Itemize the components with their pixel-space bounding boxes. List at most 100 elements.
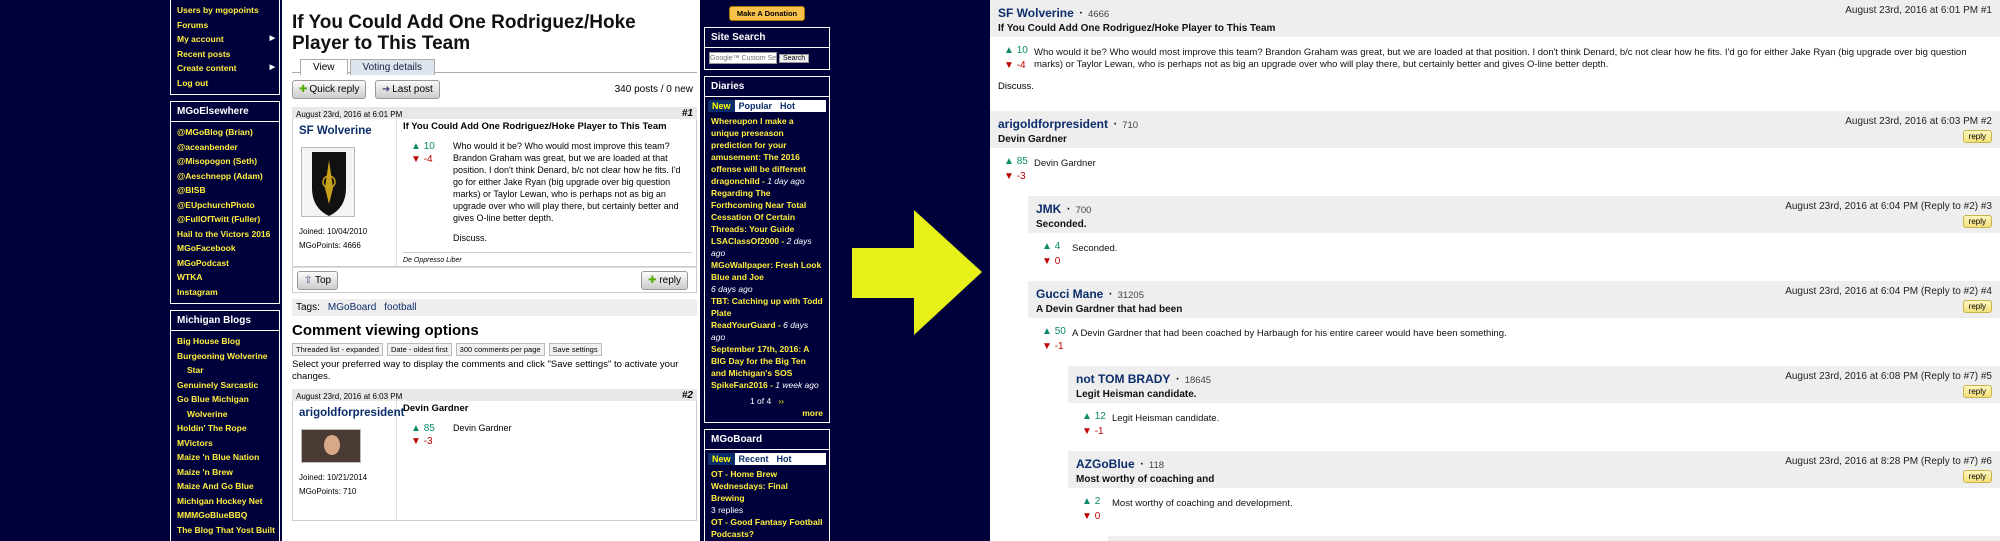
vote-down-icon[interactable]: ▼ bbox=[1042, 341, 1055, 352]
vote-up-icon[interactable]: ▲ bbox=[1042, 326, 1055, 337]
reply-button[interactable]: reply bbox=[1962, 215, 1992, 228]
tab-view[interactable]: View bbox=[300, 59, 348, 75]
elsewhere-link[interactable]: @EUpchurchPhoto bbox=[177, 198, 275, 213]
vote-up-icon[interactable]: ▲ bbox=[1042, 241, 1055, 252]
diary-item[interactable]: Regarding The Forthcoming Near Total Ces… bbox=[705, 187, 829, 259]
user-menu-item[interactable]: My account ▶ bbox=[177, 32, 275, 47]
elsewhere-link[interactable]: @Misopogon (Seth) bbox=[177, 154, 275, 169]
comment-date: August 23rd, 2016 at 6:04 PM (Reply to #… bbox=[1785, 286, 1992, 297]
reply-button[interactable]: reply bbox=[1962, 300, 1992, 313]
display-mode-select[interactable]: Threaded list - expanded bbox=[292, 343, 383, 356]
blog-link[interactable]: MMMGoBlueBBQ bbox=[177, 508, 275, 523]
elsewhere-link[interactable]: @aceanbender bbox=[177, 140, 275, 155]
vote-up-icon[interactable]: ▲ bbox=[1004, 156, 1017, 167]
user-menu-item[interactable]: Log out bbox=[177, 76, 275, 91]
vote-down-icon[interactable]: ▼ bbox=[411, 154, 421, 165]
blog-link[interactable]: Maize And Go Blue bbox=[177, 479, 275, 494]
commenter-name[interactable]: arigoldforpresident bbox=[998, 117, 1108, 131]
per-page-select[interactable]: 300 comments per page bbox=[455, 343, 545, 356]
blog-link[interactable]: The Blog That Yost Built bbox=[177, 523, 275, 538]
tab-recent[interactable]: Recent bbox=[735, 453, 773, 465]
elsewhere-link[interactable]: @BISB bbox=[177, 183, 275, 198]
diaries-more-link[interactable]: more bbox=[705, 407, 829, 422]
vote-down-icon[interactable]: ▼ bbox=[1042, 256, 1055, 267]
commenter-name[interactable]: JMK bbox=[1036, 202, 1061, 216]
elsewhere-link[interactable]: @FullOfTwitt (Fuller) bbox=[177, 212, 275, 227]
diary-item[interactable]: Whereupon I make a unique preseason pred… bbox=[705, 115, 829, 187]
tags-label: Tags: bbox=[296, 302, 320, 313]
blog-link[interactable]: Star bbox=[177, 363, 275, 378]
blog-link[interactable]: Go Blue Michigan bbox=[177, 392, 275, 407]
vote-up-icon[interactable]: ▲ bbox=[411, 141, 421, 152]
commenter-name[interactable]: not TOM BRADY bbox=[1076, 372, 1170, 386]
tab-hot[interactable]: Hot bbox=[776, 100, 799, 112]
user-menu-item[interactable]: Forums bbox=[177, 18, 275, 33]
comment-post: arigoldforpresident Joined: 10/21/2014 MG… bbox=[292, 401, 697, 521]
blog-link[interactable]: Maize 'n Brew bbox=[177, 465, 275, 480]
tag-football[interactable]: football bbox=[384, 302, 416, 313]
elsewhere-link[interactable]: MGoFacebook bbox=[177, 241, 275, 256]
user-menu-item[interactable]: Recent posts bbox=[177, 47, 275, 62]
vote-down-icon[interactable]: ▼ bbox=[1082, 511, 1095, 522]
vote-up-icon[interactable]: ▲ bbox=[1082, 411, 1095, 422]
tab-new[interactable]: New bbox=[708, 453, 735, 465]
sort-select[interactable]: Date - oldest first bbox=[386, 343, 452, 356]
reply-button[interactable]: ✚ reply bbox=[641, 271, 688, 290]
elsewhere-link[interactable]: @Aeschnepp (Adam) bbox=[177, 169, 275, 184]
author-name[interactable]: SF Wolverine bbox=[299, 125, 390, 137]
blog-link[interactable]: Michigan Hockey Net bbox=[177, 494, 275, 509]
tab-voting-details[interactable]: Voting details bbox=[349, 59, 435, 75]
top-button[interactable]: ⇧ Top bbox=[297, 271, 339, 290]
site-search-box: Site Search Search bbox=[704, 27, 830, 70]
elsewhere-link[interactable]: WTKA bbox=[177, 270, 275, 285]
vote-down-icon[interactable]: ▼ bbox=[1082, 426, 1095, 437]
vote-down-icon[interactable]: ▼ bbox=[411, 436, 421, 447]
diary-item[interactable]: September 17th, 2016: A BIG Day for the … bbox=[705, 343, 829, 391]
author-name[interactable]: arigoldforpresident bbox=[299, 407, 404, 419]
quick-reply-button[interactable]: ✚ Quick reply bbox=[292, 80, 367, 99]
tab-new[interactable]: New bbox=[708, 100, 735, 112]
blog-link[interactable]: Wolverine bbox=[177, 407, 275, 422]
board-item[interactable]: OT - Home Brew Wednesdays: Final Brewing bbox=[705, 468, 829, 504]
pager-next[interactable]: ›› bbox=[778, 396, 784, 406]
up-arrow-icon: ⇧ bbox=[304, 275, 313, 286]
search-button[interactable]: Search bbox=[778, 53, 810, 63]
blog-link[interactable]: Holdin' The Rope bbox=[177, 421, 275, 436]
blog-link[interactable]: Big House Blog bbox=[177, 334, 275, 349]
elsewhere-link[interactable]: MGoPodcast bbox=[177, 256, 275, 271]
commenter-name[interactable]: AZGoBlue bbox=[1076, 457, 1135, 471]
diaries-box: Diaries New Popular Hot Whereupon I make a… bbox=[704, 76, 830, 423]
board-item[interactable]: OT - Good Fantasy Football Podcasts? bbox=[705, 516, 829, 540]
diary-title: MGoWallpaper: Fresh Look Blue and Joe bbox=[711, 260, 822, 282]
diary-item[interactable]: TBT: Catching up with Todd Plate ReadYour… bbox=[705, 295, 829, 343]
blog-link[interactable]: Maize 'n Blue Nation bbox=[177, 450, 275, 465]
search-input[interactable] bbox=[709, 52, 777, 64]
vote-down-count: 0 bbox=[1054, 256, 1061, 267]
vote-up-icon[interactable]: ▲ bbox=[411, 423, 421, 434]
vote-down-icon[interactable]: ▼ bbox=[1004, 60, 1017, 71]
reply-button[interactable]: reply bbox=[1962, 470, 1992, 483]
vote-up-icon[interactable]: ▲ bbox=[1082, 496, 1095, 507]
elsewhere-link[interactable]: @MGoBlog (Brian) bbox=[177, 125, 275, 140]
commenter-name[interactable]: SF Wolverine bbox=[998, 6, 1074, 20]
save-settings-button[interactable]: Save settings bbox=[548, 343, 602, 356]
vote-down-icon[interactable]: ▼ bbox=[1004, 171, 1017, 182]
diary-item[interactable]: MGoWallpaper: Fresh Look Blue and Joe 6 d… bbox=[705, 259, 829, 295]
elsewhere-link[interactable]: Hail to the Victors 2016 bbox=[177, 227, 275, 242]
tab-hot[interactable]: Hot bbox=[773, 453, 796, 465]
blog-link[interactable]: MVictors bbox=[177, 436, 275, 451]
tag-mgoboard[interactable]: MGoBoard bbox=[328, 302, 376, 313]
elsewhere-link[interactable]: Instagram bbox=[177, 285, 275, 300]
blog-link[interactable]: Burgeoning Wolverine bbox=[177, 349, 275, 364]
donation-button[interactable]: Make A Donation bbox=[729, 6, 805, 21]
vote-up-icon[interactable]: ▲ bbox=[1004, 45, 1017, 56]
user-menu-item[interactable]: Create content ▶ bbox=[177, 61, 275, 76]
last-post-button[interactable]: ➜ Last post bbox=[374, 80, 440, 99]
user-menu-item[interactable]: Users by mgopoints bbox=[177, 3, 275, 18]
tab-popular[interactable]: Popular bbox=[735, 100, 777, 112]
reply-button[interactable]: reply bbox=[1962, 130, 1992, 143]
diary-age: 1 week ago bbox=[775, 380, 819, 390]
blog-link[interactable]: Genuinely Sarcastic bbox=[177, 378, 275, 393]
commenter-name[interactable]: Gucci Mane bbox=[1036, 287, 1103, 301]
reply-button[interactable]: reply bbox=[1962, 385, 1992, 398]
